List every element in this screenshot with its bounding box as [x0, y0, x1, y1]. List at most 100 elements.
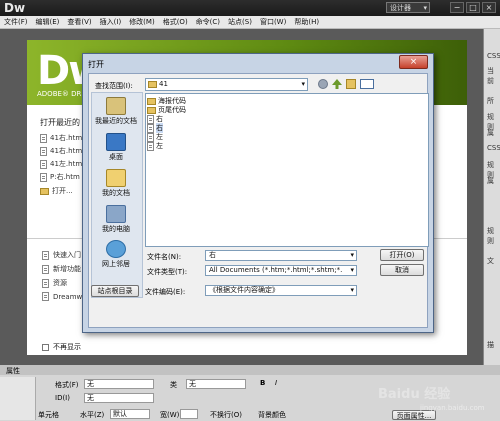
site-root-button[interactable]: 站点根目录 — [91, 285, 139, 297]
close-window-button[interactable]: × — [482, 2, 496, 13]
properties-title: 属性 — [6, 367, 20, 375]
panel-label: 当前 — [487, 67, 494, 85]
menu-format[interactable]: 格式(O) — [159, 16, 192, 28]
class-select[interactable]: 无 — [186, 379, 246, 389]
chevron-down-icon: ▾ — [350, 266, 354, 275]
recent-documents-icon — [106, 97, 126, 115]
place-my-documents[interactable]: 我的文档 — [91, 169, 141, 198]
italic-button[interactable]: I — [275, 379, 277, 387]
folder-icon — [147, 106, 156, 114]
panel-label: CSS — [487, 144, 500, 152]
desktop-icon — [106, 133, 126, 151]
maximize-button[interactable]: □ — [466, 2, 480, 13]
bgcolor-label: 背景颜色 — [258, 411, 286, 419]
menu-site[interactable]: 站点(S) — [224, 16, 256, 28]
properties-tag-area — [0, 377, 36, 420]
new-folder-icon[interactable] — [346, 79, 356, 89]
menu-insert[interactable]: 插入(I) — [96, 16, 126, 28]
panel-label: 规则 — [487, 227, 494, 245]
back-icon[interactable] — [318, 79, 328, 89]
document-icon — [42, 292, 49, 301]
class-label: 类 — [170, 381, 177, 389]
filetype-select[interactable]: All Documents (*.htm;*.html;*.shtm;*. ▾ — [205, 265, 357, 276]
workspace-switcher[interactable]: 设计器 ▾ — [386, 2, 430, 13]
document-icon — [42, 250, 49, 260]
open-file-link[interactable]: 打开... — [40, 186, 73, 196]
recent-file[interactable]: 41左.htm — [40, 159, 82, 169]
panel-label: 文 — [487, 257, 494, 265]
place-my-computer[interactable]: 我的电脑 — [91, 205, 141, 234]
app-logo: Dw — [4, 1, 26, 15]
filename-label: 文件名(N): — [147, 253, 182, 261]
minimize-button[interactable]: − — [450, 2, 464, 13]
nowrap-label: 不换行(O) — [210, 411, 242, 419]
format-label: 格式(F) — [55, 381, 79, 389]
file-icon — [147, 141, 154, 151]
bold-button[interactable]: B — [260, 379, 265, 387]
menu-modify[interactable]: 修改(M) — [125, 16, 159, 28]
menu-file[interactable]: 文件(F) — [0, 16, 32, 28]
dont-show-again[interactable]: 不再显示 — [42, 342, 81, 352]
menu-window[interactable]: 窗口(W) — [256, 16, 290, 28]
id-select[interactable]: 无 — [84, 393, 154, 403]
filename-field[interactable]: 右 ▾ — [205, 250, 357, 261]
place-desktop[interactable]: 桌面 — [91, 133, 141, 162]
my-documents-icon — [106, 169, 126, 187]
watermark-url: jingyan.baidu.com — [420, 404, 485, 412]
look-in-select[interactable]: 41 ▾ — [145, 78, 308, 91]
quick-start-link[interactable]: 快速入门 — [42, 250, 81, 260]
file-list — [145, 93, 429, 247]
dialog-close-button[interactable]: × — [399, 55, 428, 69]
menu-commands[interactable]: 命令(C) — [192, 16, 224, 28]
panel-label: 属 — [487, 177, 494, 185]
panel-label: 属 — [487, 129, 494, 137]
open-button[interactable]: 打开(O) — [380, 249, 424, 261]
menu-edit[interactable]: 编辑(E) — [32, 16, 64, 28]
menu-help[interactable]: 帮助(H) — [290, 16, 323, 28]
folder-icon — [148, 81, 157, 88]
recent-file[interactable]: 41右.htm — [40, 146, 82, 156]
panel-label: 描 — [487, 341, 494, 349]
cell-label: 单元格 — [38, 411, 59, 419]
cancel-button[interactable]: 取消 — [380, 264, 424, 276]
encoding-label: 文件编码(E): — [145, 288, 186, 296]
menu-bar: 文件(F) 编辑(E) 查看(V) 插入(I) 修改(M) 格式(O) 命令(C… — [0, 16, 500, 29]
folder-icon — [147, 97, 156, 105]
width-field[interactable] — [180, 409, 198, 419]
new-features-link[interactable]: 新增功能 — [42, 264, 81, 274]
panel-label: 所 — [487, 97, 494, 105]
filetype-label: 文件类型(T): — [147, 268, 188, 276]
place-network[interactable]: 网上邻居 — [91, 240, 141, 269]
properties-header — [0, 365, 500, 375]
look-in-label: 查找范围(I): — [95, 82, 133, 90]
file-icon — [40, 146, 47, 156]
my-computer-icon — [106, 205, 126, 223]
chevron-down-icon: ▾ — [301, 80, 305, 88]
menu-view[interactable]: 查看(V) — [63, 16, 95, 28]
chevron-down-icon: ▾ — [423, 4, 427, 12]
banner-subtitle: ADOBE® DR — [37, 90, 82, 98]
file-icon — [40, 172, 47, 182]
chevron-down-icon: ▾ — [350, 251, 354, 259]
recent-file[interactable]: P:右.htm — [40, 172, 80, 182]
dreamweaver-exchange-link[interactable]: Dreamw — [42, 292, 82, 301]
panel-label: CSS — [487, 52, 500, 60]
id-label: ID(I) — [55, 394, 70, 402]
view-menu-icon[interactable] — [360, 79, 374, 89]
halign-label: 水平(Z) — [80, 411, 105, 419]
file-icon — [40, 159, 47, 169]
halign-select[interactable]: 默认 — [110, 409, 150, 419]
file-icon — [40, 133, 47, 143]
format-select[interactable]: 无 — [84, 379, 154, 389]
document-icon — [42, 264, 49, 274]
chevron-down-icon: ▾ — [350, 286, 354, 294]
workspace-label: 设计器 — [390, 4, 411, 12]
resources-link[interactable]: 资源 — [42, 278, 67, 288]
place-recent-documents[interactable]: 我最近的文档 — [91, 97, 141, 126]
recent-file[interactable]: 41右.htm — [40, 133, 82, 143]
checkbox[interactable] — [42, 343, 49, 351]
folder-icon — [40, 187, 49, 195]
encoding-select[interactable]: 《根据文件内容确定》 ▾ — [205, 285, 357, 296]
list-item[interactable]: 左 — [147, 141, 163, 151]
width-label: 宽(W) — [160, 411, 180, 419]
